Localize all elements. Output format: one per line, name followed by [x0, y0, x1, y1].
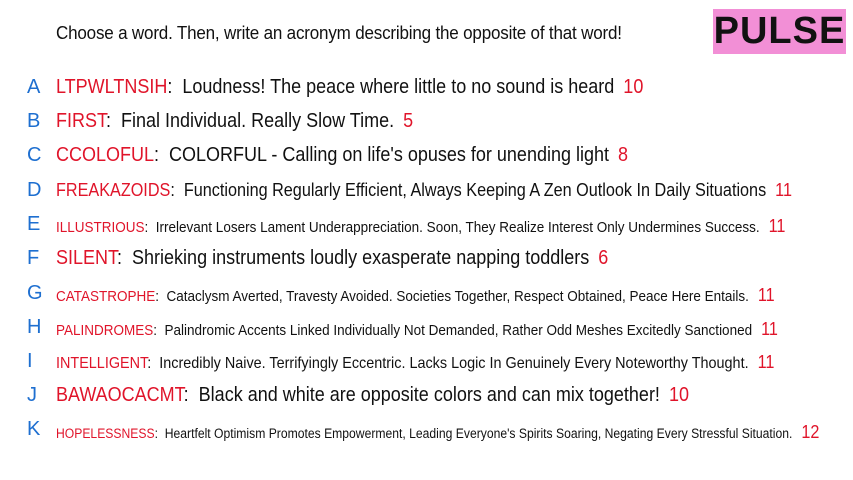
entry-row: G CATASTROPHE: Cataclysm Averted, Traves…: [27, 282, 775, 305]
entry-score: 11: [761, 319, 778, 339]
entry-row: A LTPWLTNSIH: Loudness! The peace where …: [27, 76, 644, 98]
entry-letter: A: [27, 76, 41, 98]
entry-word: CCOLOFUL: [56, 144, 155, 166]
entry-letter: J: [27, 384, 37, 406]
entry-letter: K: [27, 418, 41, 440]
entry-definition: Palindromic Accents Linked Individually …: [164, 322, 753, 339]
entry-row: B FIRST: Final Individual. Really Slow T…: [27, 110, 414, 132]
entry-word: SILENT: [56, 247, 118, 269]
entry-score: 11: [757, 352, 775, 372]
entry-row: H PALINDROMES: Palindromic Accents Linke…: [27, 316, 778, 339]
entry-word: PALINDROMES: [56, 322, 154, 339]
entry-row: K HOPELESSNESS: Heartfelt Optimism Promo…: [27, 418, 820, 442]
entry-word: ILLUSTRIOUS: [56, 219, 145, 236]
entry-row: C CCOLOFUL: COLORFUL - Calling on life's…: [27, 144, 629, 166]
entry-letter: F: [27, 247, 40, 269]
entry-definition: Irrelevant Losers Lament Underappreciati…: [155, 219, 760, 236]
entry-word: CATASTROPHE: [56, 288, 156, 305]
entry-row: I INTELLIGENT: Incredibly Naive. Terrify…: [27, 350, 775, 372]
entry-word: LTPWLTNSIH: [56, 76, 168, 98]
pulse-logo: PULSE: [713, 9, 846, 54]
entry-word: FREAKAZOIDS: [56, 180, 171, 200]
entry-letter: H: [27, 316, 42, 338]
entry-score: 11: [768, 216, 786, 236]
entry-definition: Heartfelt Optimism Promotes Empowerment,…: [164, 426, 793, 441]
entry-row: J BAWAOCACMT: Black and white are opposi…: [27, 384, 689, 406]
entry-score: 11: [775, 180, 792, 200]
entry-score: 10: [623, 76, 644, 98]
entry-definition: Shrieking instruments loudly exasperate …: [132, 247, 590, 269]
entry-word: BAWAOCACMT: [56, 384, 184, 406]
entry-score: 10: [668, 384, 689, 406]
entry-score: 12: [801, 422, 820, 442]
entry-letter: B: [27, 110, 41, 132]
entry-definition: Cataclysm Averted, Travesty Avoided. Soc…: [166, 288, 749, 305]
entry-score: 11: [757, 285, 775, 305]
entry-word: HOPELESSNESS: [56, 426, 155, 441]
entry-row: E ILLUSTRIOUS: Irrelevant Losers Lament …: [27, 213, 786, 236]
entry-definition: COLORFUL - Calling on life's opuses for …: [169, 144, 610, 166]
entry-score: 6: [598, 247, 609, 269]
entry-row: F SILENT: Shrieking instruments loudly e…: [27, 247, 609, 269]
entry-letter: E: [27, 213, 41, 235]
entry-definition: Loudness! The peace where little to no s…: [182, 76, 615, 98]
entry-word: INTELLIGENT: [56, 355, 148, 372]
entry-letter: C: [27, 144, 42, 166]
entry-letter: D: [27, 179, 42, 201]
entry-definition: Black and white are opposite colors and …: [198, 384, 660, 406]
entry-word: FIRST: [56, 110, 107, 132]
entry-score: 5: [403, 110, 414, 132]
entry-row: D FREAKAZOIDS: Functioning Regularly Eff…: [27, 179, 792, 201]
entry-definition: Functioning Regularly Efficient, Always …: [183, 180, 767, 200]
entry-score: 8: [618, 144, 629, 166]
entry-definition: Incredibly Naive. Terrifyingly Eccentric…: [159, 355, 749, 372]
entry-letter: I: [27, 350, 33, 372]
entry-letter: G: [27, 282, 43, 304]
entry-definition: Final Individual. Really Slow Time.: [121, 110, 395, 132]
prompt-text: Choose a word. Then, write an acronym de…: [56, 22, 622, 43]
